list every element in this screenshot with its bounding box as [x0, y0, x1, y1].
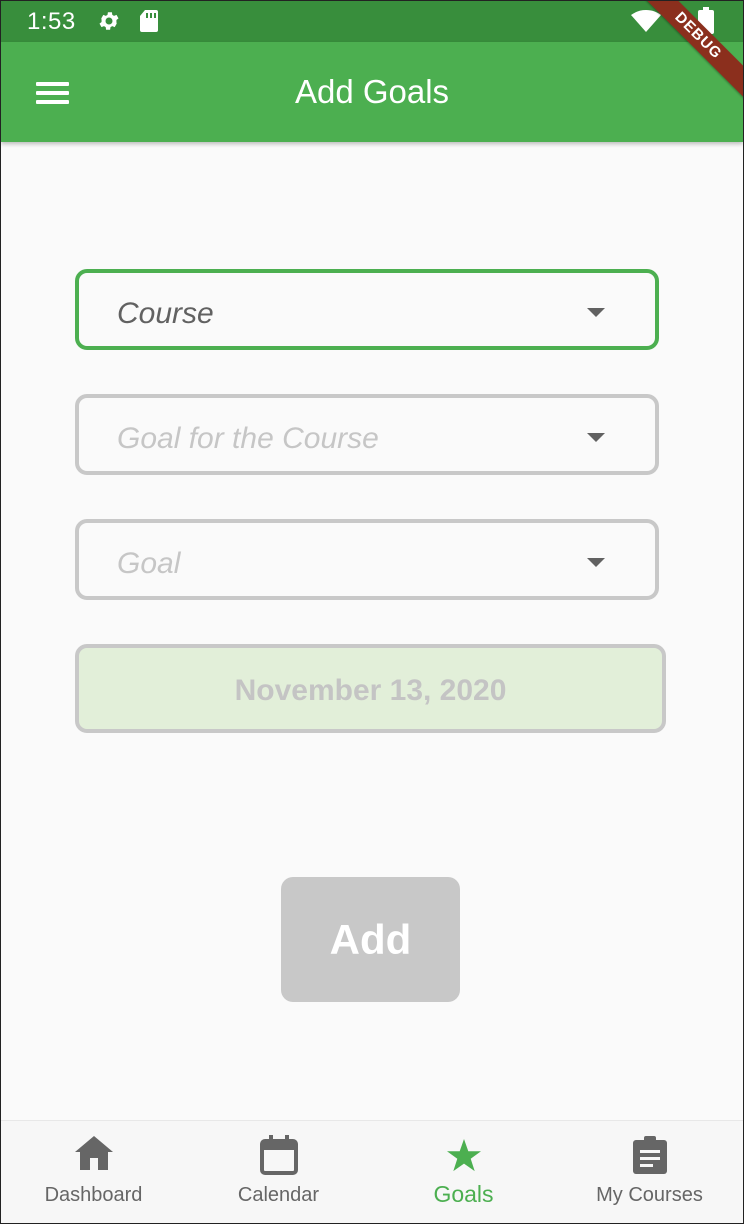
- goal-dropdown-label: Goal: [117, 547, 181, 580]
- sd-card-icon: [140, 10, 158, 32]
- nav-item-goals[interactable]: Goals: [371, 1121, 556, 1223]
- date-value: November 13, 2020: [234, 674, 507, 707]
- app-screen: 1:53 Add Goals DEBUG Course Goal for the…: [0, 0, 744, 1224]
- chevron-down-icon: [587, 433, 605, 442]
- chevron-down-icon: [587, 558, 605, 567]
- bottom-navigation: Dashboard Calendar Goals My Courses: [1, 1120, 743, 1223]
- nav-item-calendar[interactable]: Calendar: [186, 1121, 371, 1223]
- nav-item-dashboard[interactable]: Dashboard: [1, 1121, 186, 1223]
- chevron-down-icon: [587, 308, 605, 317]
- nav-label-my-courses: My Courses: [596, 1184, 703, 1206]
- status-bar: 1:53: [1, 1, 743, 42]
- add-button[interactable]: Add: [281, 877, 460, 1002]
- nav-item-my-courses[interactable]: My Courses: [556, 1121, 743, 1223]
- goal-for-course-dropdown-label: Goal for the Course: [117, 422, 379, 455]
- goal-dropdown[interactable]: Goal: [75, 519, 659, 600]
- page-title: Add Goals: [294, 73, 450, 110]
- nav-label-goals: Goals: [433, 1181, 494, 1207]
- nav-label-calendar: Calendar: [237, 1184, 320, 1206]
- status-time: 1:53: [27, 8, 76, 35]
- app-bar: Add Goals: [1, 42, 743, 142]
- wifi-icon: [631, 10, 661, 32]
- nav-label-dashboard: Dashboard: [44, 1184, 143, 1206]
- course-dropdown-label: Course: [117, 297, 214, 330]
- date-field[interactable]: November 13, 2020: [75, 644, 666, 733]
- home-icon: [74, 1136, 113, 1170]
- calendar-icon: [259, 1135, 298, 1175]
- gear-icon: [99, 12, 119, 30]
- clipboard-icon: [632, 1136, 667, 1174]
- course-dropdown[interactable]: Course: [75, 269, 659, 350]
- goal-for-course-dropdown[interactable]: Goal for the Course: [75, 394, 659, 475]
- star-icon: [446, 1139, 481, 1172]
